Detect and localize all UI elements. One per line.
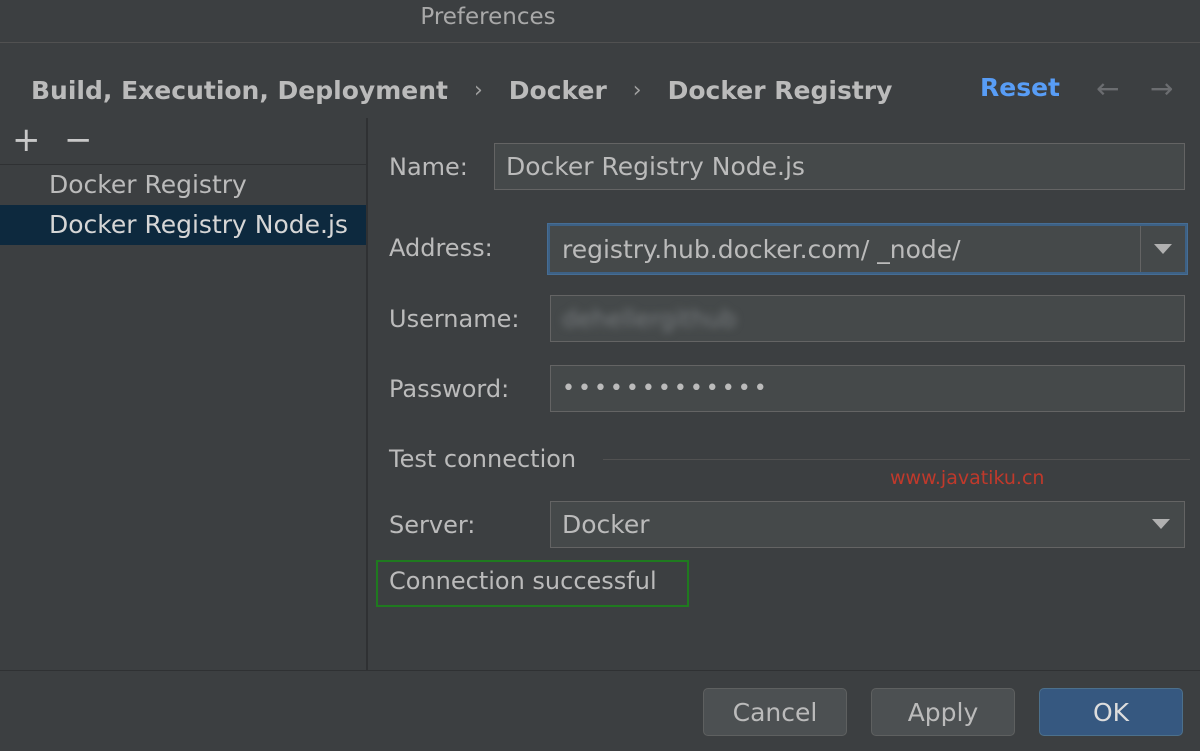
registry-list-item[interactable]: Docker Registry [0,165,366,205]
connection-status-text: Connection successful [389,567,657,595]
remove-icon[interactable]: − [64,120,93,160]
chevron-down-icon [1154,244,1172,254]
name-label: Name: [389,153,468,181]
test-connection-header: Test connection [389,445,577,473]
server-value: Docker [562,510,650,539]
address-combobox[interactable]: registry.hub.docker.com/ _node/ [548,224,1187,274]
breadcrumb-item-docker[interactable]: Docker [509,76,607,105]
list-toolbar: + − [0,118,366,165]
username-label: Username: [389,305,520,333]
username-value: dehellergithub [562,304,737,333]
chevron-down-icon [1152,519,1170,529]
cancel-button[interactable]: Cancel [703,688,847,736]
name-field[interactable]: Docker Registry Node.js [494,143,1185,190]
registry-list-item-selected[interactable]: Docker Registry Node.js [0,205,366,245]
forward-arrow-icon[interactable]: → [1150,72,1173,105]
chevron-right-icon: › [473,77,483,103]
server-label: Server: [389,511,476,539]
password-field[interactable]: ••••••••••••• [550,365,1185,412]
add-icon[interactable]: + [12,120,41,160]
username-field[interactable]: dehellergithub [550,295,1185,342]
address-dropdown-button[interactable] [1140,226,1185,272]
breadcrumb: Build, Execution, Deployment › Docker › … [31,70,892,110]
watermark-text: www.javatiku.cn [890,467,1045,489]
server-select[interactable]: Docker [550,501,1185,548]
section-separator [603,459,1190,460]
dialog-button-bar [0,670,1200,751]
apply-button[interactable]: Apply [871,688,1015,736]
address-value: registry.hub.docker.com/ _node/ [562,234,961,264]
ok-button[interactable]: OK [1039,688,1183,736]
password-value: ••••••••••••• [562,376,770,401]
window-title-bar: Preferences [0,0,1200,43]
address-label: Address: [389,234,493,262]
connection-status-box: Connection successful [376,560,689,607]
password-label: Password: [389,375,510,403]
name-field-value: Docker Registry Node.js [506,152,805,181]
breadcrumb-item-docker-registry: Docker Registry [667,75,893,105]
panel-divider[interactable] [366,118,368,670]
breadcrumb-item-build[interactable]: Build, Execution, Deployment [31,76,448,105]
back-arrow-icon[interactable]: ← [1096,72,1119,105]
reset-link[interactable]: Reset [980,73,1060,102]
registry-list-panel: + − Docker Registry Docker Registry Node… [0,118,366,670]
chevron-right-icon: › [632,77,642,103]
window-title: Preferences [420,4,556,30]
